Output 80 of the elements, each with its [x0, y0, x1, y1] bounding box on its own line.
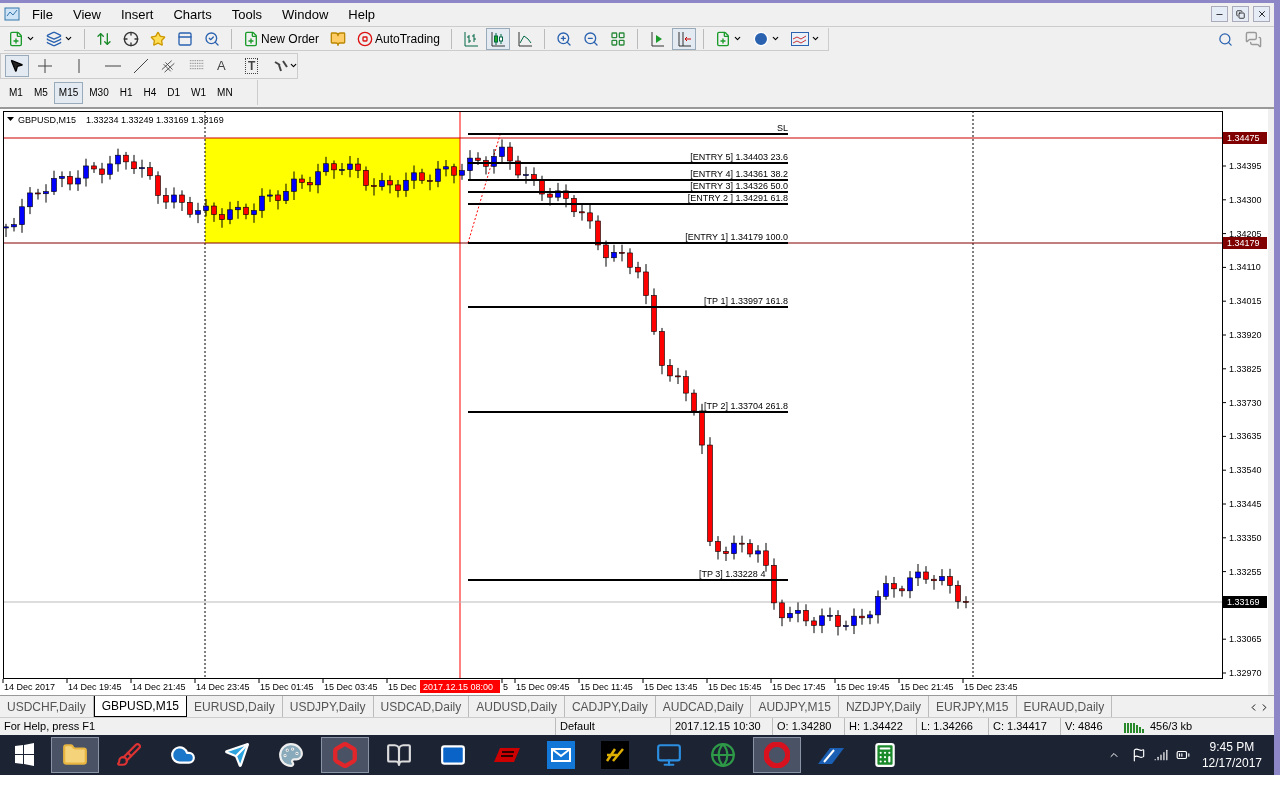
- price-tick: 1.34395: [1229, 161, 1262, 172]
- time-label: 15 Dec 13:45: [644, 682, 698, 693]
- time-label: 5: [503, 682, 508, 693]
- price-tick: 1.34015: [1229, 296, 1262, 307]
- timeframe-button[interactable]: M30: [84, 81, 114, 104]
- price-tick: 1.33255: [1229, 566, 1262, 577]
- drawing-tool-button[interactable]: A: [213, 54, 237, 77]
- fibo-level-label: [ENTRY 3] 1.34326 50.0: [690, 181, 788, 192]
- price-tick: 1.33445: [1229, 499, 1262, 510]
- chart-quote: 1.33234 1.33249 1.33169 1.33169: [86, 115, 224, 126]
- profile-name: Default: [555, 718, 670, 735]
- price-tick: 1.34205: [1229, 228, 1262, 239]
- chart-symbol: GBPUSD,M15: [18, 115, 77, 126]
- volume: V: 4846: [1060, 718, 1116, 735]
- cursor-time-label: 2017.12.15 08:00: [420, 680, 500, 694]
- price-marker: 1.33169: [1223, 596, 1267, 609]
- price-tick: 1.32970: [1229, 668, 1262, 679]
- price-tick: 1.34110: [1229, 262, 1261, 273]
- high-price: H: 1.34422: [844, 718, 916, 735]
- price-marker: 1.34179: [1223, 237, 1267, 250]
- close-price: C: 1.34417: [988, 718, 1060, 735]
- menu-item[interactable]: Tools: [223, 4, 271, 25]
- fibo-level-label: SL: [777, 123, 788, 134]
- low-price: L: 1.34266: [916, 718, 988, 735]
- time-label: 14 Dec 21:45: [132, 682, 186, 693]
- text-tool-glyph: A: [217, 57, 226, 76]
- time-label: 15 Dec 15:45: [708, 682, 762, 693]
- time-label: 15 Dec 11:45: [580, 682, 633, 693]
- time-label: 15 Dec 21:45: [900, 682, 954, 693]
- bar-time: 2017.12.15 10:30: [670, 718, 772, 735]
- price-tick: 1.33540: [1229, 465, 1262, 476]
- timeframe-button[interactable]: H4: [138, 81, 162, 104]
- price-tick: 1.33730: [1229, 397, 1262, 408]
- price-tick: 1.33065: [1229, 634, 1262, 645]
- time-label: 15 Dec 03:45: [324, 682, 378, 693]
- time-label: 15 Dec 17:45: [772, 682, 826, 693]
- timeframe-button[interactable]: W1: [186, 81, 212, 104]
- fibo-level-label: [TP 1] 1.33997 161.8: [704, 296, 788, 307]
- price-tick: 1.33920: [1229, 330, 1262, 341]
- menu-item[interactable]: Window: [274, 4, 337, 25]
- price-tick: 1.33825: [1229, 364, 1262, 375]
- time-label: 14 Dec 2017: [4, 682, 56, 693]
- fibo-level-label: [ENTRY 1] 1.34179 100.0: [685, 232, 788, 243]
- traffic: 456/3 kb: [1149, 719, 1193, 735]
- fibo-level-label: [ENTRY 2 ] 1.34291 61.8: [687, 193, 788, 204]
- time-label: 14 Dec 19:45: [68, 682, 122, 693]
- fibo-level-label: [TP 2] 1.33704 261.8: [704, 401, 788, 412]
- menu-item[interactable]: Charts: [165, 4, 220, 25]
- text-label-glyph: T: [245, 57, 259, 74]
- time-label: 15 Dec 23:45: [964, 682, 1018, 693]
- price-tick: 1.33350: [1229, 533, 1262, 544]
- timeframe-button[interactable]: M1: [4, 81, 28, 104]
- clock-date: 12/17/2017: [1201, 755, 1262, 771]
- timeframe-button[interactable]: M15: [53, 81, 84, 104]
- open-price: O: 1.34280: [772, 718, 844, 735]
- time-label: 14 Dec 23:45: [196, 682, 250, 693]
- fibo-level-label: [TP 3] 1.33228 4: [699, 569, 766, 580]
- menu-item[interactable]: View: [64, 4, 109, 25]
- time-label: 15 Dec: [388, 682, 417, 693]
- fibo-level-label: [ENTRY 4] 1.34361 38.2: [690, 169, 788, 180]
- time-label: 15 Dec 19:45: [836, 682, 890, 693]
- timeframe-button[interactable]: D1: [162, 81, 186, 104]
- new-order-button[interactable]: New Order: [239, 27, 323, 50]
- timeframe-button[interactable]: MN: [212, 81, 238, 104]
- price-marker: 1.34475: [1223, 132, 1267, 145]
- help-text: For Help, press F1: [3, 719, 97, 735]
- menu-item[interactable]: File: [24, 4, 61, 25]
- price-tick: 1.33635: [1229, 431, 1262, 442]
- clock-time: 9:45 PM: [1209, 739, 1255, 755]
- menu-item[interactable]: Insert: [112, 4, 162, 25]
- menu-item[interactable]: Help: [340, 4, 384, 25]
- drawing-tool-button[interactable]: T: [241, 54, 265, 77]
- autotrading-button[interactable]: AutoTrading: [353, 27, 444, 50]
- timeframe-button[interactable]: H1: [114, 81, 138, 104]
- timeframe-button[interactable]: M5: [28, 81, 53, 104]
- time-label: 15 Dec 01:45: [260, 682, 314, 693]
- chart-tab[interactable]: GBPUSD,M15: [93, 696, 188, 718]
- price-tick: 1.34300: [1229, 195, 1262, 206]
- fibo-level-label: [ENTRY 5] 1.34403 23.6: [690, 152, 788, 163]
- time-label: 15 Dec 09:45: [516, 682, 570, 693]
